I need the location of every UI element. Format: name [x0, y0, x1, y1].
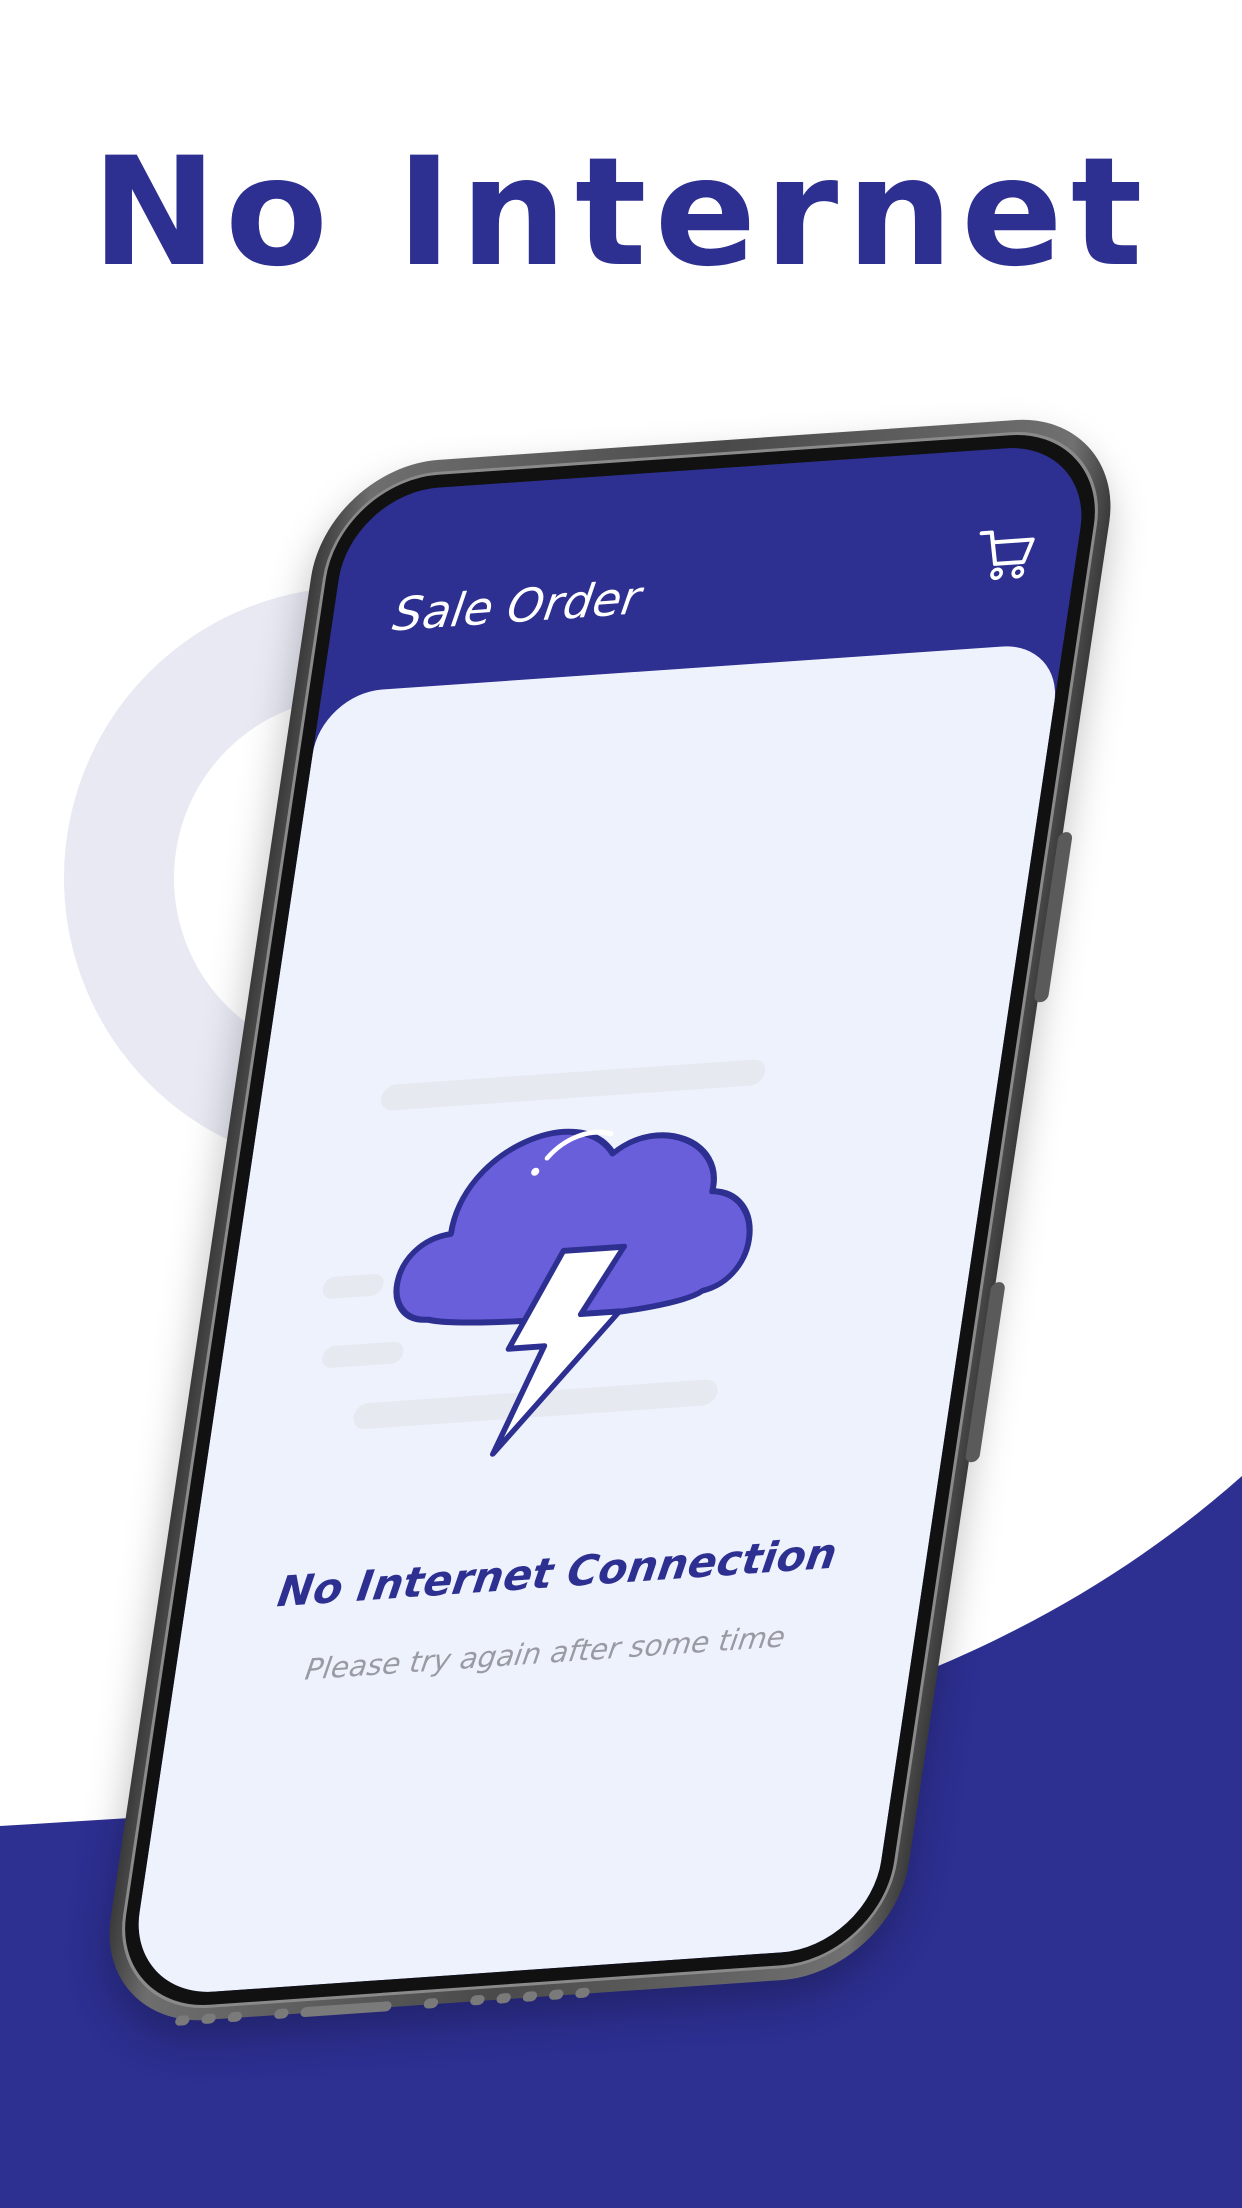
- no-connection-subtitle: Please try again after some time: [302, 1619, 788, 1687]
- app-title: Sale Order: [389, 570, 645, 642]
- headline: No Internet: [91, 126, 1151, 300]
- promo-screen: No Internet Sale Order No Internet Conne…: [0, 0, 1242, 2208]
- cart-icon: [979, 530, 1035, 580]
- cart-button[interactable]: [968, 519, 1042, 587]
- cloud-lightning-icon: [322, 1059, 766, 1457]
